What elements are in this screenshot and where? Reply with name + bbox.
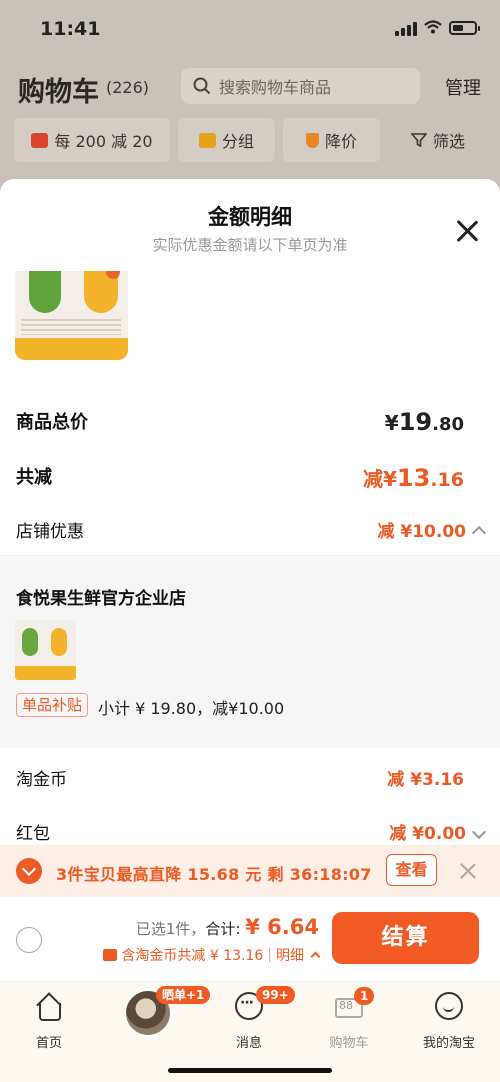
tab-my-taobao-label: 我的淘宝 (422, 1036, 475, 1051)
red-packet-row[interactable]: 红包 减 ¥0.00 (16, 819, 487, 847)
product-thumbnail[interactable] (15, 271, 128, 360)
total-discount-row: 共减 减¥13.16 (16, 463, 484, 495)
total-price-int: 19 (398, 408, 433, 436)
total-discount-value: 减¥13.16 (363, 463, 464, 492)
total-value: ¥ 6.64 (245, 915, 319, 939)
separator: | (267, 947, 272, 963)
total-discount-prefix: 减 (363, 467, 383, 491)
manage-button[interactable]: 管理 (445, 74, 481, 100)
cart-header: 购物车 (226) 搜索购物车商品 管理 (0, 68, 500, 108)
filter-chip-discount[interactable]: 每 200 减 20 (14, 118, 170, 162)
store-discount-amount: 减 ¥10.00 (377, 522, 466, 542)
total-price-row: 商品总价 ¥19.80 (16, 408, 484, 440)
tao-coins-row: 淘金币 减 ¥3.16 (16, 765, 484, 793)
signal-icon (395, 22, 417, 36)
sheet-subtitle: 实际优惠金额请以下单页为准 (152, 236, 348, 254)
coin-discount-text: 含淘金币共减 ¥ 13.16 (121, 948, 264, 964)
cart-search-input[interactable]: 搜索购物车商品 (181, 68, 420, 104)
filter-chip-label: 每 200 减 20 (54, 132, 153, 151)
total-discount-label: 共减 (16, 467, 52, 488)
total-price-currency: ¥ (384, 411, 399, 435)
chevron-down-icon[interactable] (471, 824, 487, 840)
red-packet-amount: 减 ¥0.00 (389, 824, 466, 844)
filter-chip-label: 筛选 (432, 132, 465, 151)
close-icon[interactable] (455, 219, 479, 243)
thumbnail-band (15, 338, 128, 360)
price-down-icon (305, 132, 319, 148)
green-mango-image (29, 271, 61, 313)
store-discount-label: 店铺优惠 (16, 522, 84, 542)
subsidy-tag: 单品补贴 (16, 693, 89, 717)
total-discount-int: 13 (396, 464, 431, 492)
checkout-bar: 已选1件，合计: ¥ 6.64 含淘金币共减 ¥ 13.16 | 明细 结算 (0, 897, 500, 981)
checkout-button[interactable]: 结算 (332, 912, 479, 964)
red-packet-value: 减 ¥0.00 (389, 819, 487, 844)
filter-chip-label: 降价 (324, 132, 357, 151)
subsidy-subtotal-text: 小计 ¥ 19.80，减¥10.00 (98, 699, 285, 718)
wifi-icon (424, 20, 442, 34)
price-down-icon (16, 858, 42, 884)
selected-count: 已选1件， (135, 920, 206, 938)
shop-product-thumbnail[interactable] (15, 620, 76, 680)
shop-detail-section: 食悦果生鲜官方企业店 单品补贴 小计 ¥ 19.80，减¥10.00 (0, 555, 500, 748)
home-indicator (168, 1068, 332, 1073)
filter-chip-group[interactable]: 分组 (178, 118, 275, 162)
price-drop-promo-bar: 3件宝贝最高直降 15.68 元 剩 36:18:07 查看 (0, 845, 500, 897)
chevron-up-icon (310, 951, 321, 961)
search-icon (193, 77, 211, 95)
thumbnail-caption-lines (21, 319, 121, 335)
total-discount-dec: .16 (430, 469, 464, 491)
folder-icon (198, 132, 216, 148)
total-price-value: ¥19.80 (385, 408, 464, 436)
total-label: 合计: (205, 920, 241, 938)
store-discount-row[interactable]: 店铺优惠 减 ¥10.00 (16, 517, 487, 545)
battery-icon (449, 21, 480, 35)
search-placeholder: 搜索购物车商品 (219, 78, 332, 97)
cart-badge: 1 (354, 987, 375, 1005)
avatar-badge: 晒单+1 (156, 986, 211, 1004)
tab-messages-label: 消息 (235, 1036, 262, 1051)
smile-icon (435, 992, 463, 1020)
background-page: 11:41 购物车 (226) 搜索购物车商品 管理 每 200 减 20 分组… (0, 0, 500, 200)
filter-icon (410, 133, 427, 148)
tab-home-label: 首页 (35, 1036, 62, 1051)
home-icon-body (39, 1003, 61, 1021)
bottom-tab-bar: 首页 晒单+1 消息 99+ 88 购物车 1 我的淘宝 (0, 981, 500, 1082)
green-mango-image (22, 628, 38, 656)
thumbnail-band (15, 666, 76, 680)
filter-row: 每 200 减 20 分组 降价 筛选 (0, 118, 500, 168)
shop-name[interactable]: 食悦果生鲜官方企业店 (16, 584, 186, 609)
select-all-checkbox[interactable] (16, 927, 42, 953)
promo-text: 3件宝贝最高直降 15.68 元 剩 36:18:07 (56, 865, 372, 884)
cart-title: 购物车 (18, 77, 99, 108)
shop-icon (31, 132, 49, 148)
tao-coins-label: 淘金币 (16, 770, 67, 790)
total-discount-currency: ¥ (383, 467, 397, 491)
filter-chip-label: 分组 (221, 132, 254, 151)
messages-badge: 99+ (256, 986, 295, 1004)
chevron-up-icon[interactable] (471, 525, 487, 541)
tab-cart-label: 购物车 (329, 1036, 369, 1051)
coin-discount-summary[interactable]: 含淘金币共减 ¥ 13.16 | 明细 (103, 945, 321, 965)
filter-chip-filter[interactable]: 筛选 (388, 118, 488, 162)
total-price-label: 商品总价 (16, 412, 88, 433)
selected-summary: 已选1件，合计: ¥ 6.64 (136, 915, 319, 939)
store-discount-value: 减 ¥10.00 (377, 517, 487, 542)
status-time: 11:41 (40, 18, 101, 40)
filter-chip-price-drop[interactable]: 降价 (283, 118, 380, 162)
view-button[interactable]: 查看 (386, 854, 437, 886)
cart-icon-number: 88 (339, 999, 353, 1012)
detail-link[interactable]: 明细 (276, 945, 304, 965)
red-packet-label: 红包 (16, 824, 50, 844)
yellow-mango-image (84, 271, 120, 313)
tao-coins-value: 减 ¥3.16 (387, 770, 464, 790)
coin-icon (103, 949, 118, 961)
yellow-mango-image (51, 628, 67, 656)
status-bar: 11:41 (0, 0, 500, 58)
cart-count: (226) (106, 78, 150, 97)
sheet-title: 金额明细 (208, 205, 292, 229)
total-price-dec: .80 (432, 414, 464, 435)
close-icon[interactable] (460, 863, 476, 879)
